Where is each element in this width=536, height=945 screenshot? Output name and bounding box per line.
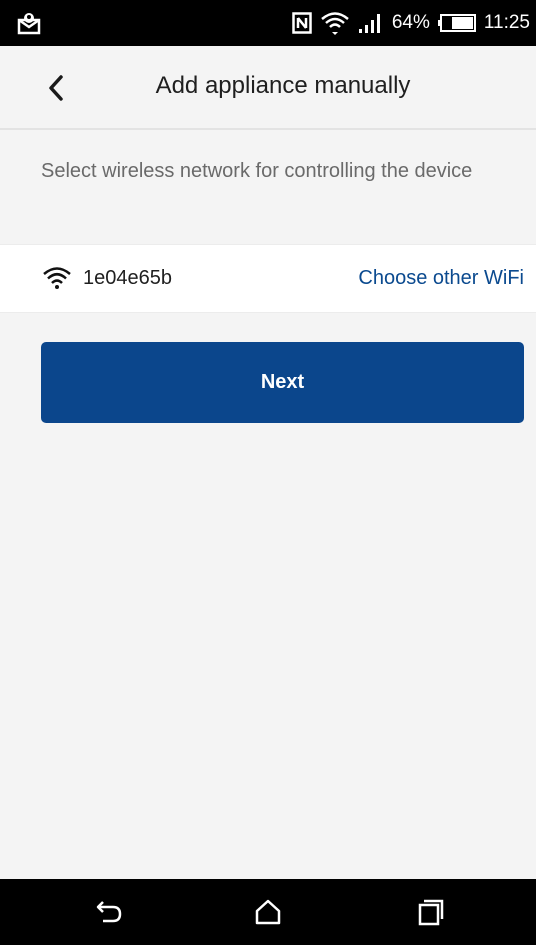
navigation-bar [0, 879, 536, 945]
battery-icon [437, 14, 476, 32]
wifi-icon [321, 12, 349, 35]
wifi-ssid: 1e04e65b [83, 267, 172, 289]
page-title: Add appliance manually [155, 72, 411, 99]
battery-percent: 64% [391, 12, 430, 33]
next-button[interactable]: Next [41, 342, 524, 423]
signal-icon [358, 14, 380, 33]
wifi-icon [43, 267, 71, 289]
nfc-icon [292, 12, 312, 34]
recent-apps-icon[interactable] [414, 897, 446, 927]
choose-other-wifi-link[interactable]: Choose other WiFi [358, 267, 524, 290]
status-bar: 64% 11:25 [0, 0, 536, 46]
notification-icon [17, 13, 41, 35]
wifi-network-row: 1e04e65b Choose other WiFi [0, 244, 536, 313]
instruction-text: Select wireless network for controlling … [41, 160, 473, 182]
clock: 11:25 [483, 12, 530, 33]
home-icon[interactable] [252, 897, 284, 927]
back-icon[interactable] [93, 897, 125, 927]
app-header: Add appliance manually [0, 46, 536, 130]
